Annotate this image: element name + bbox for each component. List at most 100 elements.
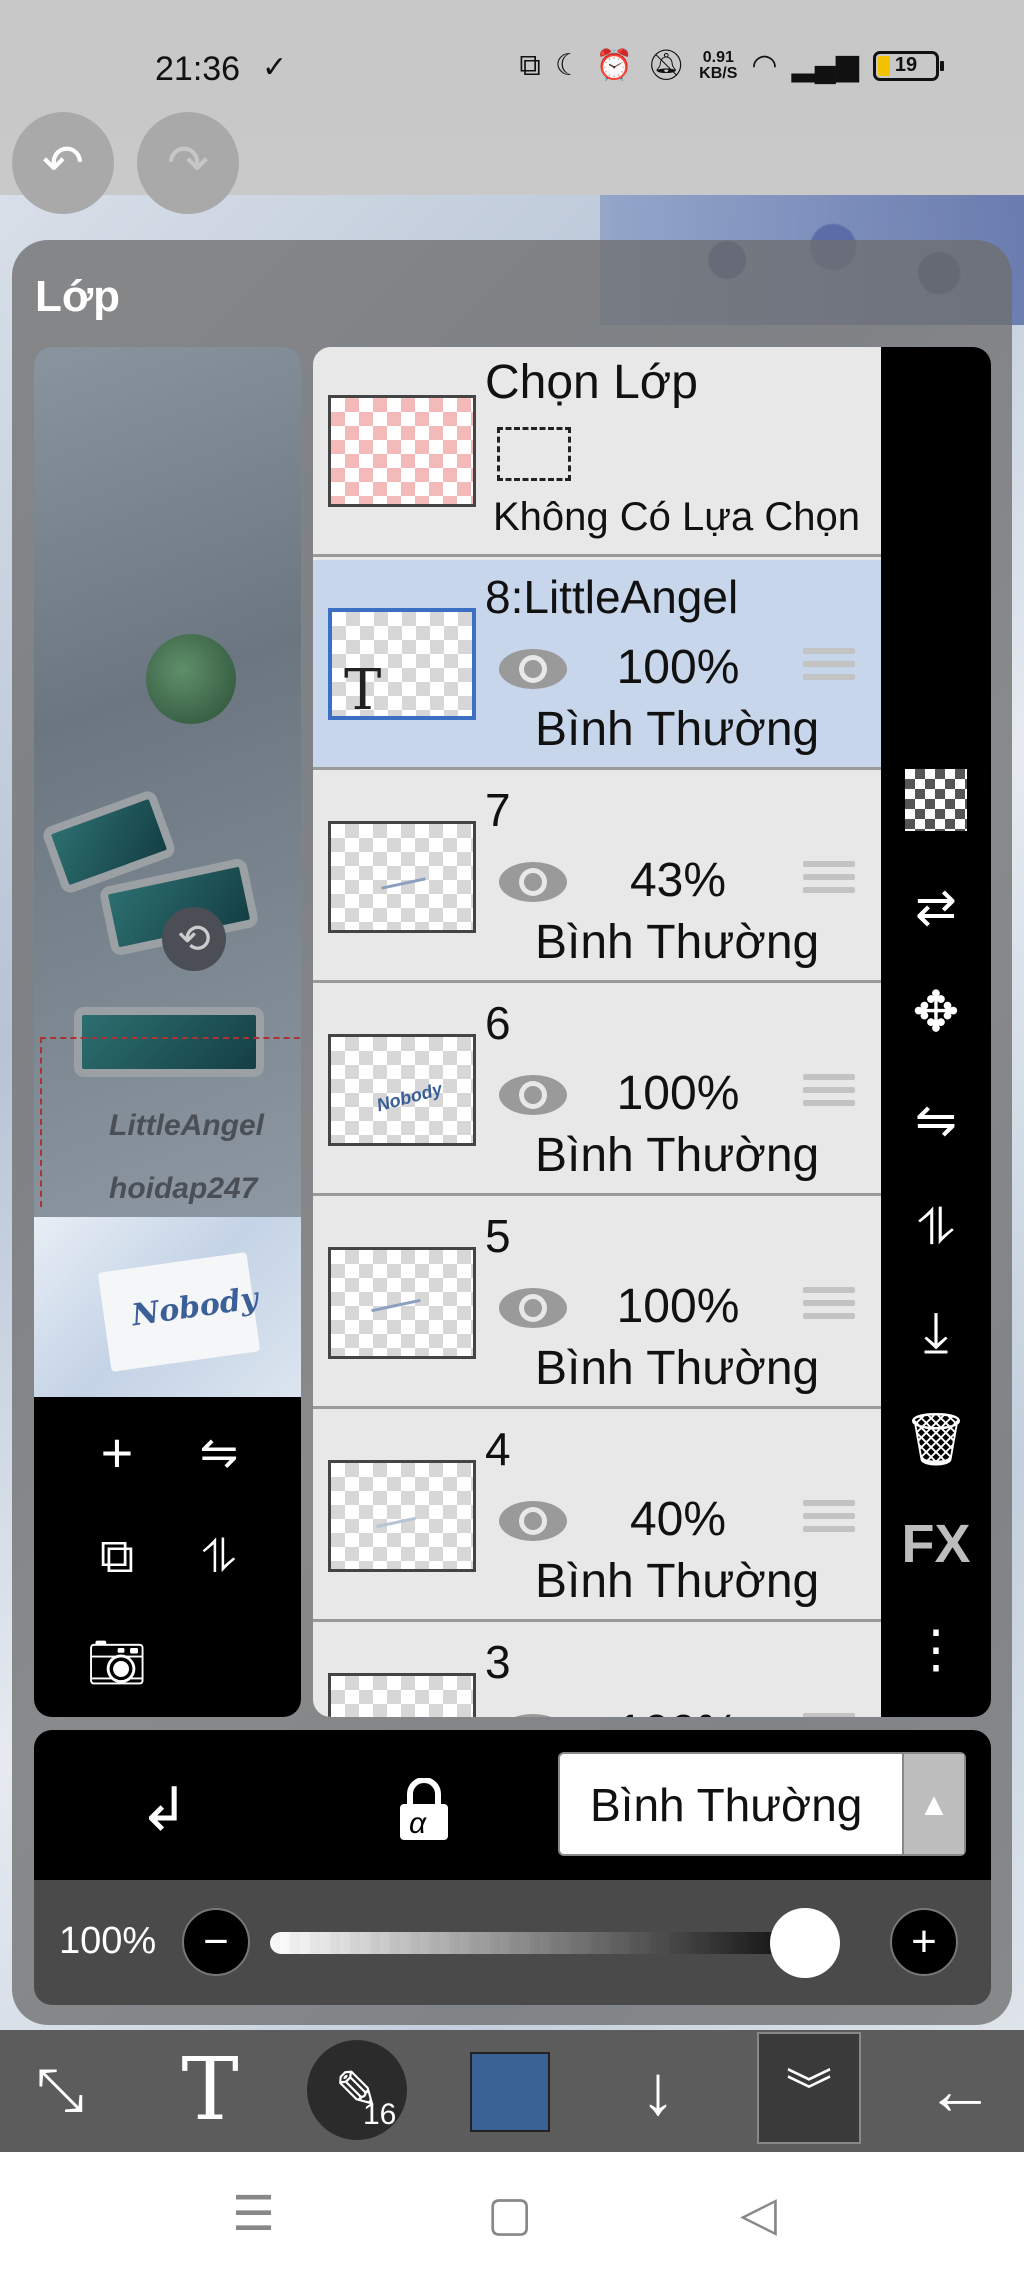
- menu-icon[interactable]: ☰: [232, 2186, 275, 2242]
- flip-vertical-icon[interactable]: ⥮: [901, 1192, 971, 1262]
- layer-tools-sidebar: ⇄ ✥ ⇋ ⥮ ⤓ 🗑︎ FX ⋮: [881, 347, 991, 1717]
- layer-blend-mode: Bình Thường: [535, 916, 820, 969]
- expand-menu-button[interactable]: ︾: [757, 2032, 861, 2144]
- camera-icon[interactable]: 📷︎: [82, 1627, 152, 1697]
- alarm-icon: ⏰: [595, 49, 634, 82]
- drag-handle-icon[interactable]: [803, 1074, 855, 1114]
- fx-button[interactable]: FX: [901, 1509, 971, 1579]
- blend-mode-select[interactable]: Bình Thường ▲: [558, 1752, 966, 1856]
- battery-icon: 19: [873, 50, 944, 81]
- moon-icon: ☾: [554, 49, 582, 82]
- visibility-eye-icon[interactable]: [496, 1711, 570, 1717]
- layer-list: Chọn Lớp Không Có Lựa Chọn T 8:LittleAng…: [313, 347, 881, 1717]
- preview-text: hoidap247: [109, 1172, 258, 1205]
- canvas-thumbnail[interactable]: Nobody: [34, 1217, 301, 1397]
- move-icon[interactable]: ✥: [901, 977, 971, 1047]
- layer-opacity: 100%: [616, 641, 740, 694]
- layer-blend-mode: Bình Thường: [535, 1342, 820, 1395]
- opacity-label: 100%: [59, 1920, 157, 1962]
- layer-thumbnail: Nobody: [328, 1034, 476, 1146]
- clipping-icon[interactable]: ↲: [129, 1775, 199, 1845]
- add-layer-icon[interactable]: +: [82, 1417, 152, 1487]
- system-navigation-bar: ☰ ▢ ◁: [0, 2152, 1024, 2276]
- opacity-slider-track[interactable]: [270, 1932, 830, 1954]
- selection-layer-row[interactable]: Chọn Lớp Không Có Lựa Chọn: [313, 347, 881, 557]
- blend-mode-bar: ↲ α Bình Thường ▲: [34, 1730, 991, 1880]
- opacity-slider-knob[interactable]: [770, 1908, 840, 1978]
- preview-artwork: ⟲ LittleAngel hoidap247: [34, 347, 301, 1217]
- duplicate-layer-icon[interactable]: ⧉: [82, 1522, 152, 1592]
- layer-opacity: 100%: [593, 1705, 763, 1717]
- drag-handle-icon[interactable]: [803, 648, 855, 688]
- back-icon[interactable]: ◁: [740, 2186, 777, 2242]
- selection-marquee-icon: [497, 427, 571, 481]
- flip-horizontal-icon[interactable]: ⇋: [184, 1417, 254, 1487]
- layer-opacity: 43%: [629, 854, 727, 907]
- layer-row[interactable]: 3 100%: [313, 1625, 881, 1717]
- redo-button[interactable]: ↷: [137, 112, 239, 214]
- layer-name: 6: [485, 997, 511, 1049]
- text-tool-button[interactable]: T: [160, 2040, 260, 2140]
- layer-row[interactable]: T 8:LittleAngel 100% Bình Thường: [313, 560, 881, 770]
- layer-swap-icon[interactable]: ⇄: [901, 872, 971, 942]
- flip-horizontal-icon[interactable]: ⇋: [901, 1085, 971, 1155]
- undo-button[interactable]: ↶: [12, 112, 114, 214]
- flip-vertical-icon[interactable]: ⥮: [184, 1522, 254, 1592]
- thumbnail-card: Nobody: [97, 1252, 261, 1372]
- visibility-eye-icon[interactable]: [496, 646, 570, 692]
- drag-handle-icon[interactable]: [803, 1287, 855, 1327]
- drag-handle-icon[interactable]: [803, 1713, 855, 1717]
- layer-thumbnail: T: [328, 608, 476, 723]
- opacity-decrease-button[interactable]: −: [182, 1908, 250, 1976]
- visibility-eye-icon[interactable]: [496, 859, 570, 905]
- rotate-handle-icon[interactable]: ⟲: [162, 907, 226, 971]
- status-time: 21:36: [155, 50, 241, 88]
- layer-name: 4: [485, 1423, 511, 1475]
- mute-icon: 🔕︎: [647, 49, 686, 82]
- check-icon: ✓: [262, 51, 288, 84]
- wifi-icon: ◠: [751, 49, 778, 82]
- layer-name: 7: [485, 784, 511, 836]
- status-icons: ⧉ ☾ ⏰ 🔕︎ 0.91 KB/S ◠ ▂▄▆ 19: [519, 48, 944, 83]
- status-bar: 21:36 ✓ ⧉ ☾ ⏰ 🔕︎ 0.91 KB/S ◠ ▂▄▆ 19: [0, 0, 1024, 140]
- trash-icon[interactable]: 🗑︎: [901, 1404, 971, 1474]
- layer-name: 5: [485, 1210, 511, 1262]
- selection-title: Chọn Lớp: [485, 356, 698, 409]
- transparency-checker-icon[interactable]: [901, 765, 971, 835]
- visibility-eye-icon[interactable]: [496, 1285, 570, 1331]
- down-arrow-icon[interactable]: ↓: [608, 2040, 708, 2140]
- merge-down-icon[interactable]: ⤓: [901, 1297, 971, 1367]
- transform-tool-icon[interactable]: ⤡: [10, 2040, 110, 2140]
- chevron-up-icon: ▲: [902, 1754, 964, 1854]
- alpha-lock-button[interactable]: α: [389, 1775, 459, 1845]
- preview-tools: + ⇋ ⧉ ⥮ 📷︎: [34, 1397, 301, 1717]
- cast-icon: ⧉: [519, 48, 541, 82]
- blend-mode-value: Bình Thường: [590, 1779, 863, 1831]
- drag-handle-icon[interactable]: [803, 1500, 855, 1540]
- layer-row[interactable]: Nobody 6 100% Bình Thường: [313, 986, 881, 1196]
- stroke-mark: [371, 1298, 421, 1313]
- layer-opacity: 100%: [616, 1067, 740, 1120]
- speed-value: 0.91: [702, 48, 734, 66]
- layer-row[interactable]: 7 43% Bình Thường: [313, 773, 881, 983]
- visibility-eye-icon[interactable]: [496, 1498, 570, 1544]
- selection-status: Không Có Lựa Chọn: [493, 495, 861, 539]
- signal-icon: ▂▄▆: [791, 49, 859, 82]
- layer-thumbnail: [328, 1247, 476, 1359]
- opacity-increase-button[interactable]: +: [890, 1908, 958, 1976]
- layer-name: 3: [485, 1636, 511, 1688]
- layer-blend-mode: Bình Thường: [535, 1129, 820, 1182]
- panel-title: Lớp: [35, 272, 121, 321]
- visibility-eye-icon[interactable]: [496, 1072, 570, 1118]
- back-arrow-icon[interactable]: ←: [910, 2040, 1010, 2140]
- layer-blend-mode: Bình Thường: [535, 703, 820, 756]
- color-swatch[interactable]: [470, 2052, 550, 2132]
- network-speed: 0.91 KB/S: [699, 48, 737, 82]
- layer-opacity: 100%: [616, 1280, 740, 1333]
- home-icon[interactable]: ▢: [487, 2186, 532, 2242]
- layer-row[interactable]: 5 100% Bình Thường: [313, 1199, 881, 1409]
- layer-row[interactable]: 4 40% Bình Thường: [313, 1412, 881, 1622]
- thumbnail-text: Nobody: [374, 1078, 445, 1116]
- more-options-icon[interactable]: ⋮: [901, 1615, 971, 1685]
- drag-handle-icon[interactable]: [803, 861, 855, 901]
